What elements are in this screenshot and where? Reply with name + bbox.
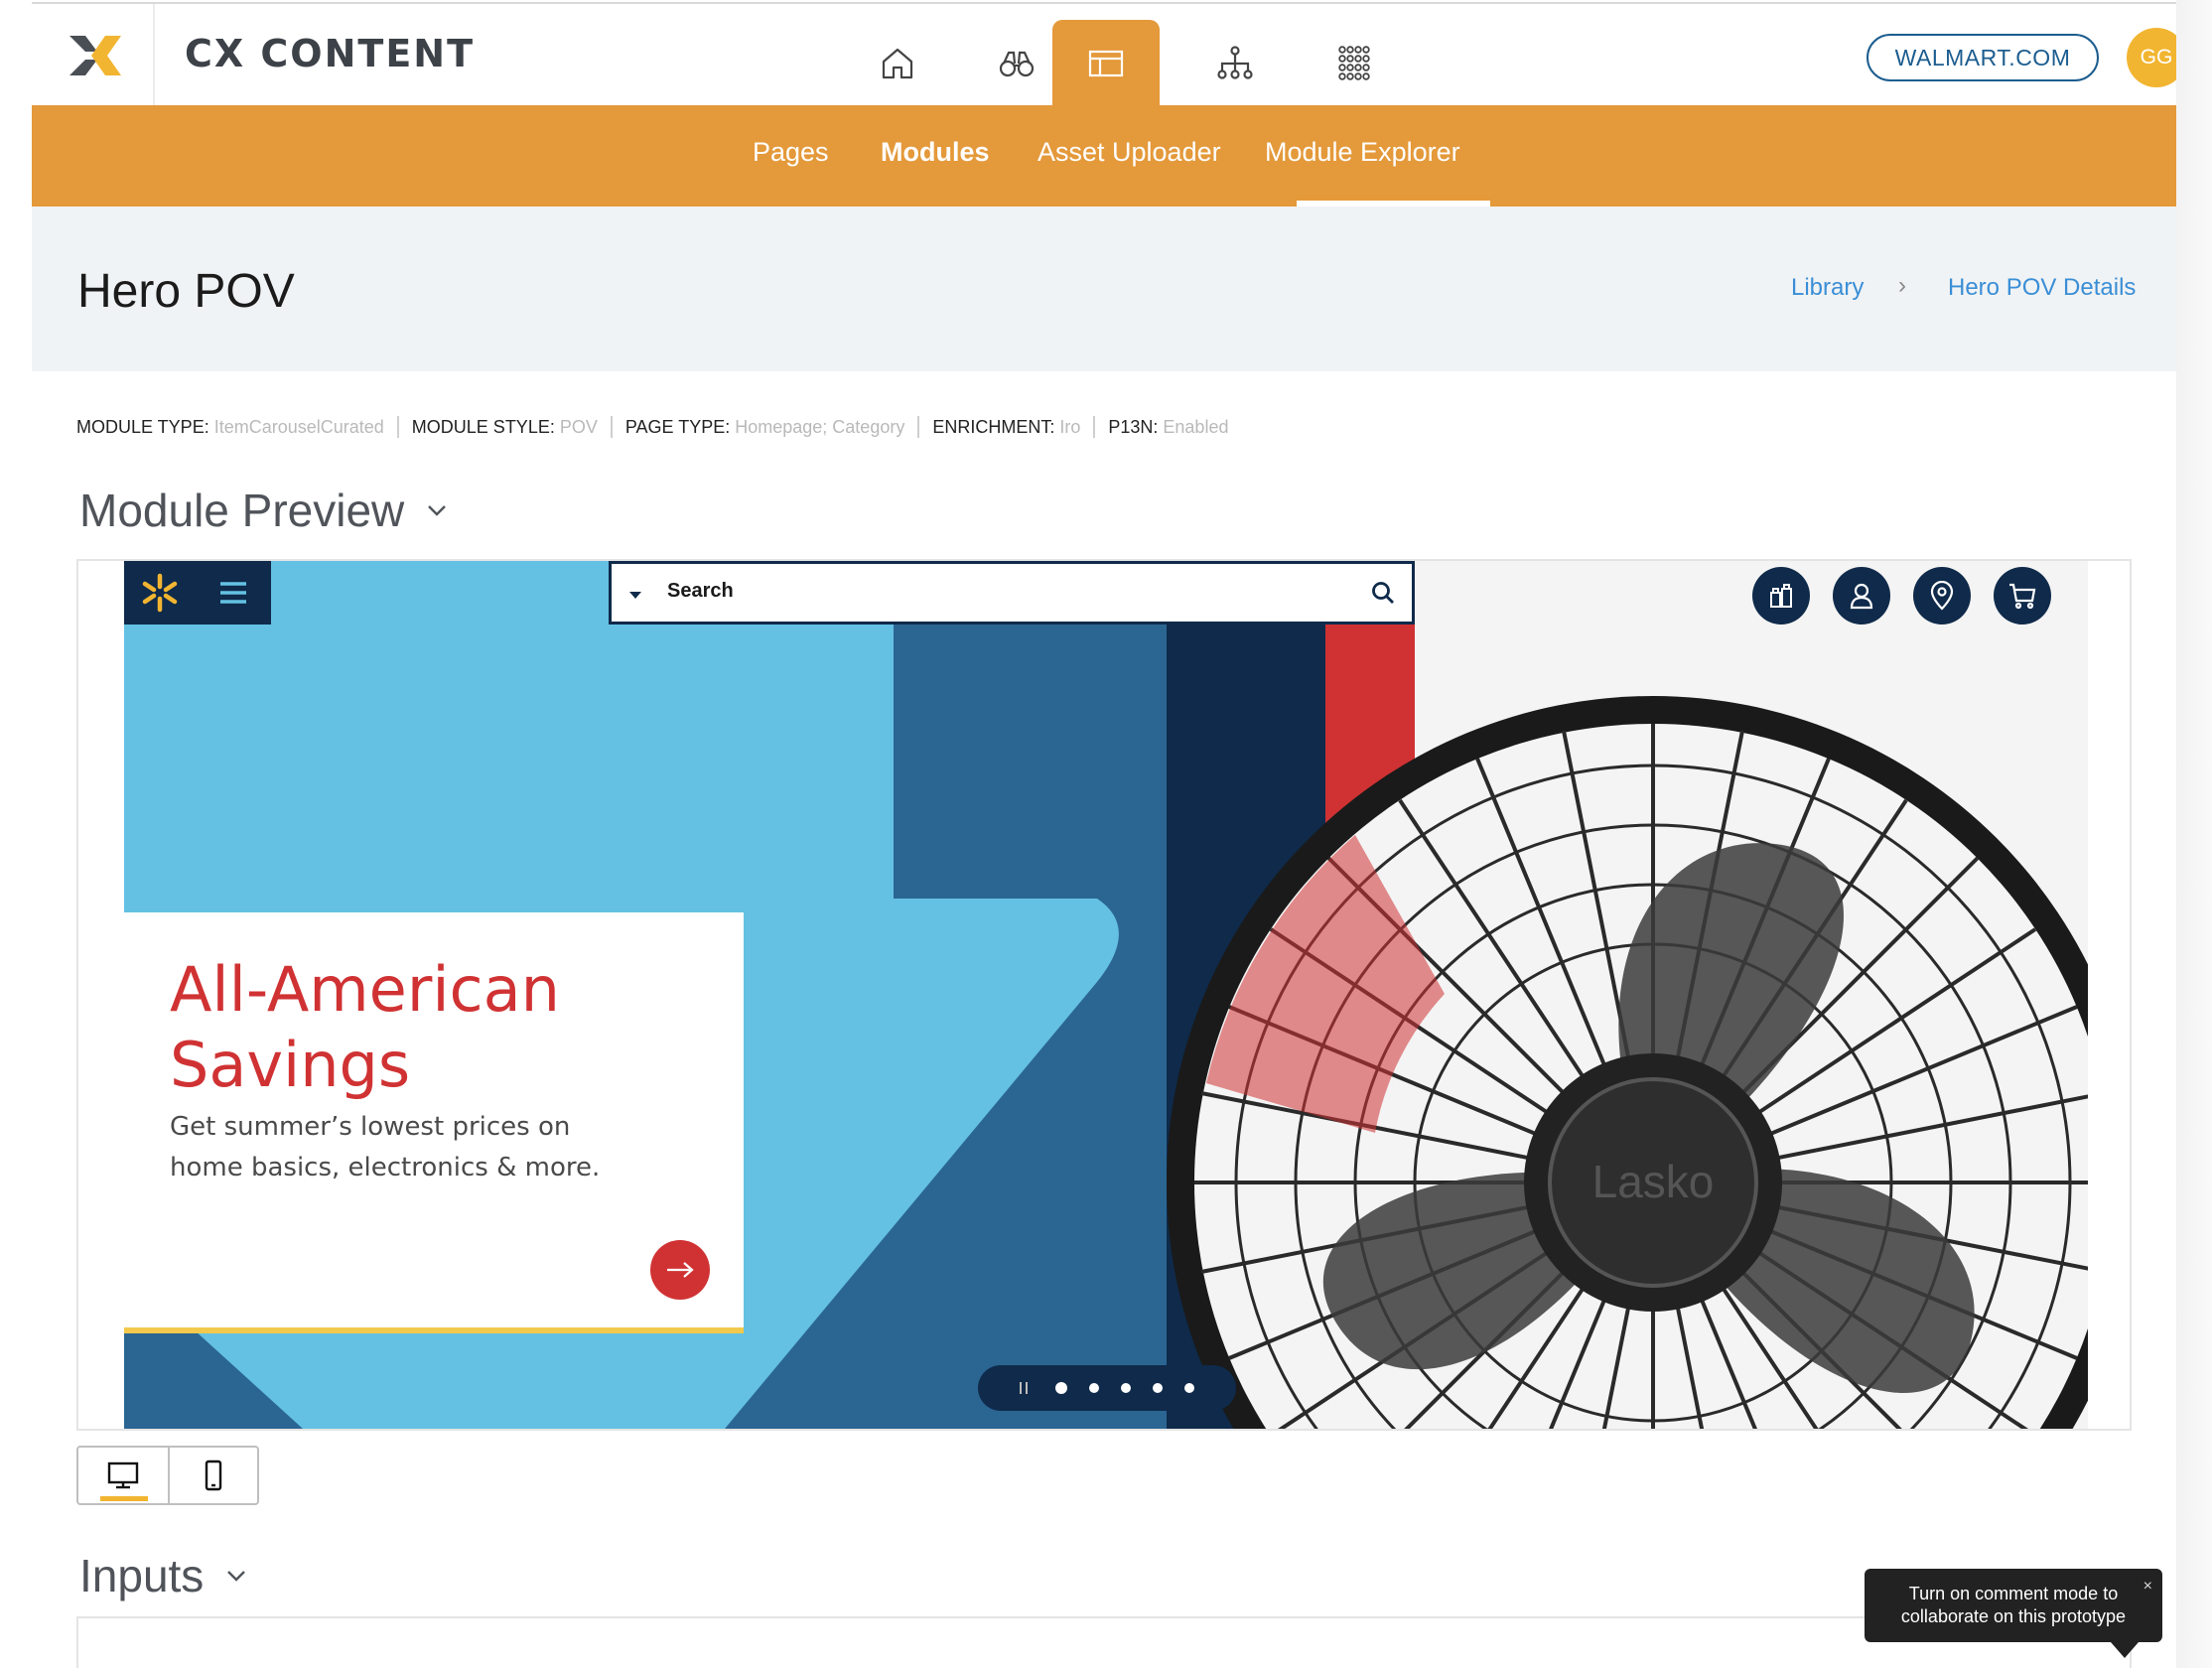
apps-grid-icon [1338, 46, 1370, 80]
mobile-icon [205, 1460, 222, 1491]
logo-divider [153, 4, 155, 107]
page-header: Hero POV Library › Hero POV Details [32, 207, 2176, 371]
comment-mode-tooltip[interactable]: Turn on comment mode to collaborate on t… [1865, 1569, 2162, 1642]
binoculars-icon [999, 51, 1035, 77]
home-icon [882, 48, 913, 79]
app-window: CX CONTENT WALMART.COM GG Pages Modules … [0, 0, 2212, 1668]
p13n-label: P13N: [1108, 416, 1159, 437]
subnav-item-pages[interactable]: Pages [753, 137, 829, 168]
carousel-dot[interactable] [1089, 1383, 1099, 1393]
breadcrumb-library[interactable]: Library [1791, 274, 1864, 302]
fan-brand-label: Lasko [1592, 1156, 1715, 1207]
module-style-label: MODULE STYLE: [411, 416, 555, 437]
search-icon[interactable] [1370, 580, 1396, 606]
desktop-view-button[interactable] [78, 1448, 168, 1503]
module-type-label: MODULE TYPE: [76, 416, 209, 437]
module-preview-title: Module Preview [79, 485, 405, 536]
home-nav-button[interactable] [844, 20, 951, 107]
top-bar: CX CONTENT WALMART.COM GG [32, 2, 2186, 107]
promo-arrow-button[interactable] [650, 1240, 710, 1300]
breadcrumb-separator: › [1898, 272, 1906, 299]
promo-title: All-American Savings [170, 953, 560, 1101]
desktop-icon [107, 1461, 139, 1489]
enrichment-value: Iro [1059, 416, 1081, 437]
subnav-item-modules[interactable]: Modules [881, 137, 990, 168]
meta-divider [917, 416, 920, 438]
carousel-dot[interactable] [1121, 1383, 1131, 1393]
meta-divider [396, 416, 399, 438]
breadcrumb-hero-pov-details[interactable]: Hero POV Details [1948, 274, 2136, 302]
window-edge-shadow [2176, 0, 2212, 1668]
p13n-value: Enabled [1163, 416, 1229, 437]
inputs-panel [76, 1616, 2132, 1668]
modules-nav-button[interactable] [1052, 20, 1160, 107]
mobile-view-button[interactable] [168, 1448, 257, 1503]
site-selector-button[interactable]: WALMART.COM [1866, 34, 2099, 81]
carousel-pager [978, 1365, 1236, 1411]
walmart-search-bar[interactable]: Search [609, 561, 1415, 625]
layout-icon [1088, 50, 1124, 77]
module-type-value: ItemCarouselCurated [213, 416, 384, 437]
reorder-icon [1770, 584, 1792, 608]
meta-divider [610, 416, 613, 438]
cart-button[interactable] [1994, 567, 2051, 625]
tooltip-text: Turn on comment mode to collaborate on t… [1900, 1584, 2127, 1626]
store-location-button[interactable] [1913, 567, 1971, 625]
enrichment-label: ENRICHMENT: [932, 416, 1055, 437]
walmart-header-bar [124, 561, 271, 625]
meta-divider [1093, 416, 1096, 438]
user-icon [1850, 583, 1873, 610]
account-button[interactable] [1833, 567, 1890, 625]
cart-icon [2009, 583, 2036, 610]
promo-accent-bar [124, 1327, 744, 1333]
module-metadata: MODULE TYPE: ItemCarouselCurated MODULE … [76, 416, 1228, 438]
pause-icon[interactable] [1020, 1382, 1028, 1394]
fan-product-image: Lasko [1167, 696, 2088, 1429]
close-icon[interactable]: × [2143, 1575, 2152, 1598]
search-input[interactable]: Search [667, 580, 734, 603]
sub-navigation: Pages Modules Asset Uploader Module Expl… [32, 105, 2176, 207]
sitemap-nav-button[interactable] [1181, 20, 1289, 107]
apps-nav-button[interactable] [1301, 20, 1408, 107]
page-type-value: Homepage; Category [735, 416, 905, 437]
inputs-heading[interactable]: Inputs [79, 1549, 247, 1602]
device-toggle [76, 1446, 259, 1505]
page-title: Hero POV [77, 265, 295, 318]
hero-banner[interactable]: Lasko All-American Savings Get summer’s … [124, 561, 2088, 1429]
tooltip-pointer [2111, 1642, 2139, 1658]
promo-card[interactable]: All-American Savings Get summer’s lowest… [124, 912, 744, 1333]
carousel-dot[interactable] [1184, 1383, 1194, 1393]
chevron-down-icon [227, 1571, 246, 1582]
inputs-title: Inputs [79, 1550, 205, 1601]
walmart-spark-icon[interactable] [140, 573, 180, 613]
subnav-item-asset-uploader[interactable]: Asset Uploader [1037, 137, 1221, 168]
module-preview-frame: Lasko All-American Savings Get summer’s … [76, 559, 2132, 1431]
module-style-value: POV [559, 416, 598, 437]
sitemap-icon [1217, 46, 1253, 79]
module-preview-heading[interactable]: Module Preview [79, 484, 448, 537]
location-pin-icon [1930, 581, 1954, 611]
promo-subtitle: Get summer’s lowest prices on home basic… [170, 1112, 601, 1182]
app-title: CX CONTENT [185, 32, 476, 75]
cx-logo-icon[interactable] [66, 32, 125, 79]
carousel-dot[interactable] [1055, 1382, 1067, 1394]
carousel-dot[interactable] [1153, 1383, 1163, 1393]
chevron-down-icon [428, 505, 447, 516]
subnav-item-module-explorer[interactable]: Module Explorer [1265, 137, 1460, 168]
arrow-right-icon [667, 1262, 694, 1278]
reorder-button[interactable] [1752, 567, 1810, 625]
department-dropdown-icon[interactable] [629, 592, 641, 599]
hamburger-menu-icon[interactable] [217, 577, 249, 609]
page-type-label: PAGE TYPE: [624, 416, 731, 437]
